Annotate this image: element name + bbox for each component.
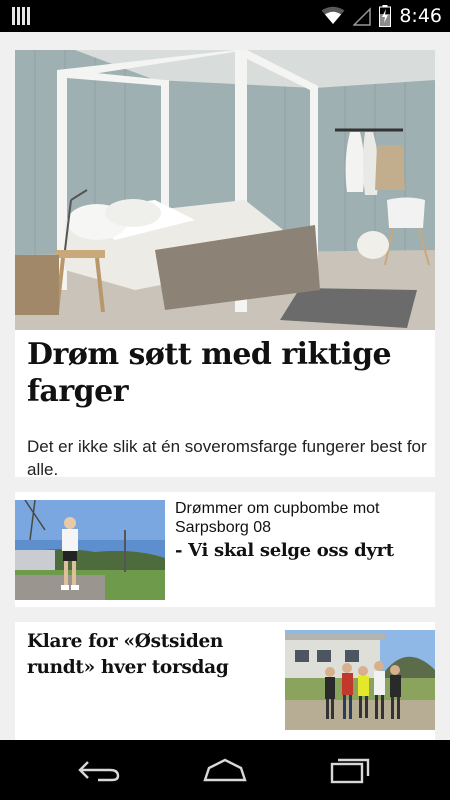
recent-apps-icon	[330, 758, 370, 784]
article-card-featured[interactable]: Drøm søtt med riktige farger Det er ikke…	[15, 50, 435, 479]
battery-charging-icon	[379, 5, 392, 27]
status-bar: 8:46	[0, 0, 450, 32]
signal-icon	[353, 7, 372, 26]
football-player-photo[interactable]	[15, 500, 165, 600]
notification-icon	[12, 7, 32, 25]
article-kicker: Drømmer om cupbombe mot Sarpsborg 08	[175, 500, 380, 536]
article-headline[interactable]: Drøm søtt med riktige farger	[27, 336, 427, 410]
navigation-bar	[0, 740, 450, 800]
article-headline[interactable]: Klare for «Østsiden rundt» hver torsdag	[27, 629, 277, 681]
news-feed[interactable]: Drøm søtt med riktige farger Det er ikke…	[0, 32, 450, 740]
back-button[interactable]	[65, 750, 135, 790]
clock: 8:46	[399, 5, 442, 27]
article-card[interactable]: Drømmer om cupbombe mot Sarpsborg 08 - V…	[15, 492, 435, 607]
bedroom-photo[interactable]	[15, 50, 435, 330]
home-button[interactable]	[190, 750, 260, 790]
article-card[interactable]: Klare for «Østsiden rundt» hver torsdag	[15, 622, 435, 740]
back-icon	[78, 761, 120, 782]
article-headline[interactable]: - Vi skal selge oss dyrt	[175, 540, 430, 562]
recent-apps-button[interactable]	[315, 750, 385, 790]
runners-group-photo[interactable]	[285, 630, 435, 730]
article-teaser: Det er ikke slik at én soveromsfarge fun…	[27, 437, 427, 479]
home-icon	[203, 758, 247, 782]
wifi-icon	[321, 6, 345, 24]
